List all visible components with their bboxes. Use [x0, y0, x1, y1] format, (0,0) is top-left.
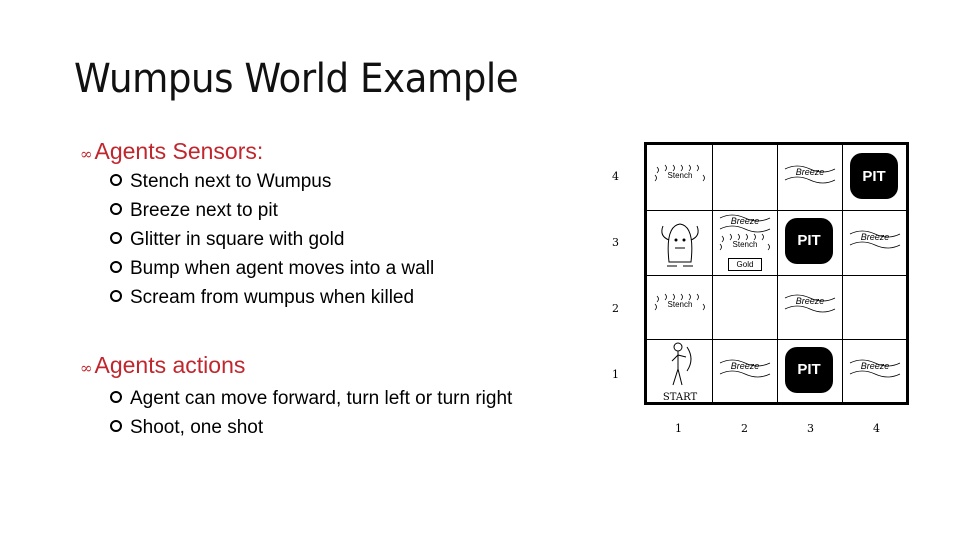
- grid-cell: [842, 274, 908, 340]
- grid-cell: PIT: [842, 145, 908, 211]
- row-label: 1: [612, 368, 619, 381]
- breeze-label: Breeze: [860, 360, 890, 371]
- list-item: Glitter in square with gold: [110, 225, 434, 254]
- grid-cell: Breeze: [842, 210, 908, 276]
- list-item: Shoot, one shot: [110, 413, 512, 442]
- list-item-text: Breeze next to pit: [130, 200, 278, 221]
- list-item-text: Shoot, one shot: [130, 417, 264, 438]
- breeze-label: Breeze: [730, 360, 760, 371]
- circle-bullet-icon: [110, 260, 122, 273]
- grid-cell: Stench: [647, 274, 713, 340]
- breeze-label: Breeze: [860, 231, 890, 242]
- circle-bullet-icon: [110, 419, 122, 432]
- section-heading-text: Agents actions: [94, 352, 246, 378]
- start-label: START: [662, 391, 698, 403]
- list-item-text: Stench next to Wumpus: [130, 171, 332, 192]
- agent-archer-icon: [671, 342, 692, 385]
- grid-cell: Breeze: [712, 338, 778, 405]
- wumpus-grid: Stench Breeze PIT Breeze Stench Gold PIT Breeze…: [644, 142, 909, 405]
- list-item-text: Agent can move forward, turn left or tur…: [130, 388, 513, 409]
- circle-bullet-icon: [110, 173, 122, 186]
- col-label: 2: [741, 422, 748, 435]
- grid-cell: Stench: [647, 145, 713, 211]
- grid-cell: [647, 209, 713, 276]
- col-label: 3: [807, 422, 814, 435]
- row-label: 3: [612, 236, 619, 249]
- circle-bullet-icon: [110, 231, 122, 244]
- grid-cell: Breeze: [777, 274, 843, 340]
- pit-icon: PIT: [785, 217, 833, 264]
- circle-bullet-icon: [110, 289, 122, 302]
- sensors-list: Stench next to Wumpus Breeze next to pit…: [110, 167, 434, 312]
- grid-cell: Breeze Stench Gold: [712, 209, 778, 276]
- stench-label: Stench: [667, 171, 693, 180]
- bullet-icon: ∞: [80, 359, 93, 377]
- list-item: Breeze next to pit: [110, 196, 434, 225]
- section-heading-actions: ∞Agents actions: [80, 352, 245, 379]
- breeze-label: Breeze: [795, 296, 825, 306]
- stench-label: Stench: [667, 300, 693, 309]
- list-item: Stench next to Wumpus: [110, 167, 434, 196]
- stench-label: Stench: [732, 239, 758, 249]
- bullet-icon: ∞: [80, 145, 93, 163]
- section-heading-sensors: ∞Agents Sensors:: [80, 138, 263, 165]
- slide-title: Wumpus World Example: [74, 56, 519, 102]
- list-item-text: Bump when agent moves into a wall: [130, 258, 435, 279]
- pit-icon: PIT: [785, 346, 833, 393]
- grid-cell: Breeze: [842, 339, 908, 405]
- grid-cell: PIT: [777, 338, 843, 405]
- actions-list: Agent can move forward, turn left or tur…: [110, 384, 512, 442]
- breeze-label: Breeze: [795, 167, 825, 177]
- grid-cell: [712, 274, 778, 340]
- list-item: Scream from wumpus when killed: [110, 283, 434, 312]
- grid-cell: START: [647, 338, 713, 405]
- grid-cell: PIT: [777, 209, 843, 276]
- circle-bullet-icon: [110, 202, 122, 215]
- breeze-label: Breeze: [730, 215, 760, 226]
- col-label: 1: [675, 422, 682, 435]
- circle-bullet-icon: [110, 390, 122, 403]
- section-heading-text: Agents Sensors:: [94, 138, 264, 164]
- list-item: Agent can move forward, turn left or tur…: [110, 384, 512, 413]
- list-item-text: Scream from wumpus when killed: [130, 287, 415, 308]
- grid-cell: [712, 145, 778, 211]
- pit-icon: PIT: [850, 153, 898, 199]
- wumpus-icon: [661, 222, 699, 266]
- col-label: 4: [873, 422, 880, 435]
- list-item: Bump when agent moves into a wall: [110, 254, 434, 283]
- row-label: 2: [612, 302, 619, 315]
- list-item-text: Glitter in square with gold: [130, 229, 345, 250]
- gold-icon: Gold: [728, 257, 762, 271]
- grid-cell: Breeze: [777, 145, 843, 211]
- row-label: 4: [612, 170, 619, 183]
